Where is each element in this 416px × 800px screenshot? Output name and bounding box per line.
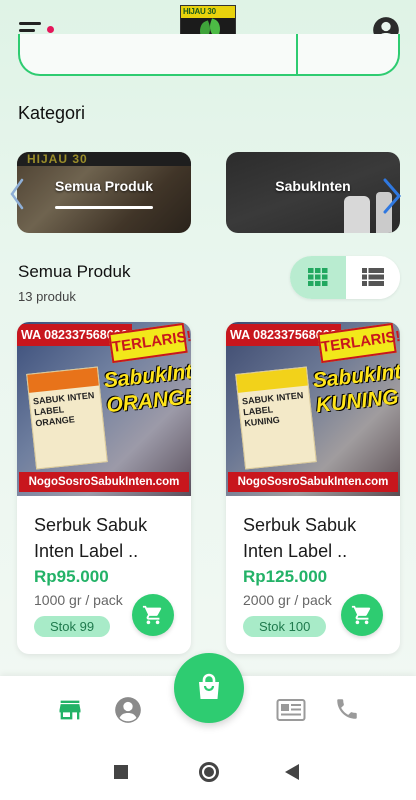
image-site-text: NogoSosroSabukInten.com <box>19 472 189 492</box>
chevron-right-icon[interactable] <box>380 176 404 216</box>
search-bar[interactable] <box>18 34 400 76</box>
image-package-text: SABUK INTEN LABEL ORANGE <box>32 390 95 429</box>
image-brand-text: SabukInten ORANGE <box>102 357 191 418</box>
add-to-cart-button[interactable] <box>132 594 174 636</box>
shopping-bag-icon <box>199 673 219 699</box>
product-image: WA 082337568666 TERLARIS! SABUK INTEN LA… <box>226 322 400 496</box>
account-circle-icon <box>115 697 141 723</box>
product-card[interactable]: WA 082337568666 TERLARIS! SABUK INTEN LA… <box>226 322 400 654</box>
product-image: WA 082337568666 TERLARIS! SABUK INTEN LA… <box>17 322 191 496</box>
products-section-title: Semua Produk <box>18 262 131 281</box>
nav-contact[interactable] <box>334 696 364 726</box>
chevron-left-icon[interactable] <box>8 176 26 212</box>
back-icon[interactable] <box>285 764 299 780</box>
category-semua-produk[interactable]: HIJAU 30 Semua Produk <box>17 152 191 233</box>
search-button-divider <box>296 34 298 74</box>
shopping-bag-button[interactable] <box>174 653 244 723</box>
list-view-button[interactable] <box>346 256 400 299</box>
view-mode-toggle <box>290 256 400 299</box>
hamburger-menu-icon <box>19 22 41 25</box>
category-label: SabukInten <box>275 178 351 194</box>
categories-title: Kategori <box>18 103 86 123</box>
cart-icon <box>142 605 162 625</box>
phone-icon <box>337 699 357 719</box>
nav-profile[interactable] <box>114 696 144 726</box>
stock-badge: Stok 99 <box>34 616 111 637</box>
image-site-text: NogoSosroSabukInten.com <box>228 472 398 492</box>
logo-text: HIJAU 30 <box>183 7 216 16</box>
newspaper-icon <box>276 699 306 721</box>
product-unit: 1000 gr / pack <box>34 592 123 608</box>
product-price: Rp125.000 <box>243 567 328 586</box>
add-to-cart-button[interactable] <box>341 594 383 636</box>
recents-icon[interactable] <box>114 765 128 779</box>
image-brand-text: SabukInten KUNING <box>311 357 400 418</box>
category-label: Semua Produk <box>54 178 154 194</box>
category-sabukinten[interactable]: SabukInten <box>226 152 400 233</box>
nav-store[interactable] <box>56 696 86 726</box>
product-unit: 2000 gr / pack <box>243 592 332 608</box>
category-selected-indicator <box>55 206 153 209</box>
grid-view-icon <box>308 268 328 286</box>
list-view-icon <box>362 268 384 286</box>
grid-view-button[interactable] <box>290 256 346 299</box>
product-price: Rp95.000 <box>34 567 109 586</box>
product-card[interactable]: WA 082337568666 TERLARIS! SABUK INTEN LA… <box>17 322 191 654</box>
product-name: Serbuk Sabuk Inten Label .. <box>34 515 148 561</box>
cart-icon <box>351 605 371 625</box>
product-name: Serbuk Sabuk Inten Label .. <box>243 515 357 561</box>
home-icon[interactable] <box>199 762 219 782</box>
notification-dot <box>47 26 54 33</box>
store-icon <box>59 700 81 720</box>
nav-news[interactable] <box>276 696 306 726</box>
stock-badge: Stok 100 <box>243 616 327 637</box>
products-count: 13 produk <box>18 289 76 304</box>
system-navigation-bar <box>0 744 416 800</box>
image-package-text: SABUK INTEN LABEL KUNING <box>241 390 304 429</box>
